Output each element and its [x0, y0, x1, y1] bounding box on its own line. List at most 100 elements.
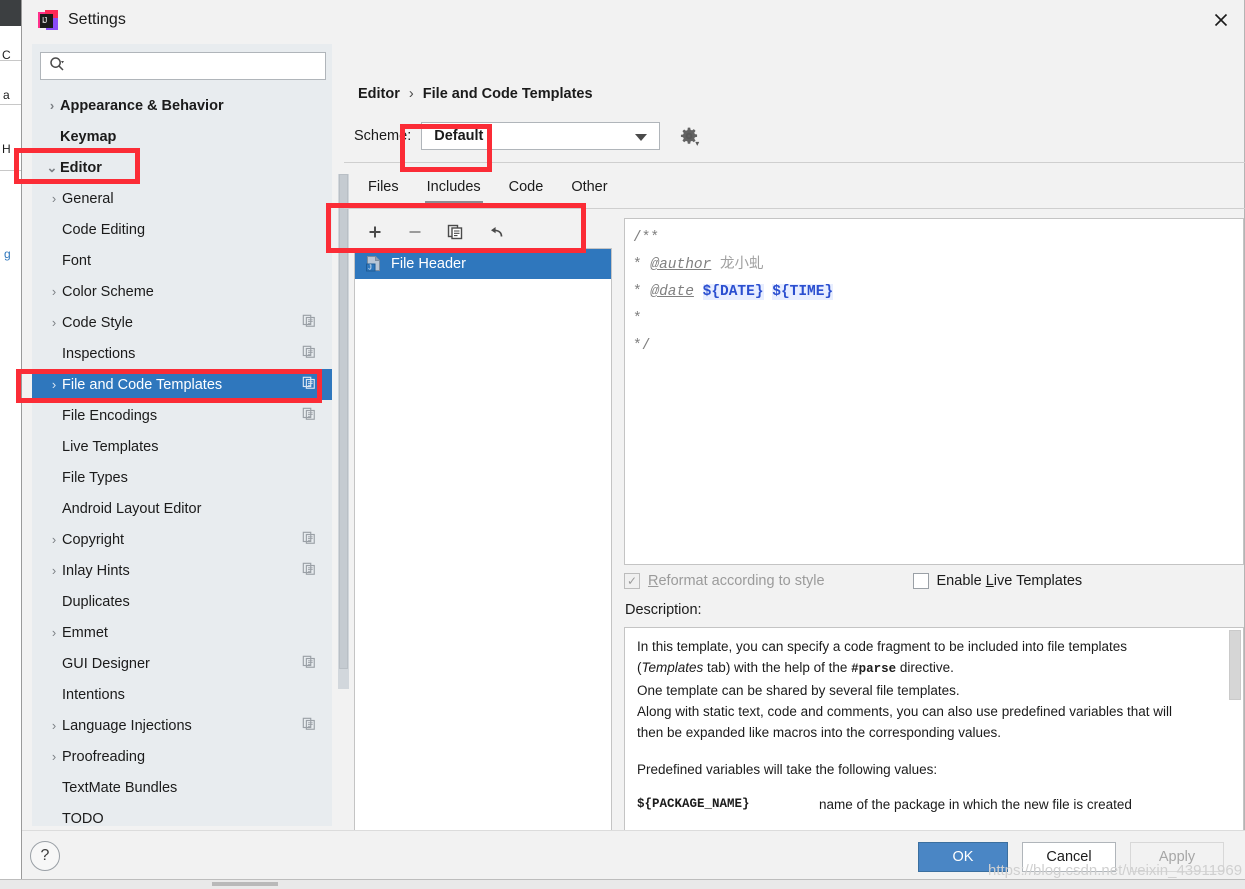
sidebar-item-emmet[interactable]: › Emmet: [32, 617, 332, 648]
sidebar-item-label: Code Editing: [62, 221, 146, 238]
background-ide-edge: C a H g: [0, 0, 22, 889]
copy-settings-icon[interactable]: [302, 562, 316, 580]
copy-settings-icon[interactable]: [302, 717, 316, 735]
chevron-right-icon[interactable]: ›: [46, 284, 62, 299]
close-icon[interactable]: [1198, 0, 1244, 40]
sidebar-item-general[interactable]: › General: [32, 183, 332, 214]
sidebar-item-editor[interactable]: ⌄ Editor: [32, 152, 332, 183]
tab-label: Files: [368, 179, 399, 195]
code-line: */: [633, 333, 1235, 360]
reformat-according-to-style-checkbox[interactable]: ✓ Reformat according to style: [624, 573, 825, 589]
tab-code[interactable]: Code: [495, 166, 558, 208]
help-button[interactable]: ?: [30, 841, 60, 871]
tab-label: Other: [571, 179, 608, 195]
settings-tree: ›Appearance & Behavior›Keymap⌄Editor›Gen…: [32, 90, 332, 826]
scheme-select[interactable]: Default: [421, 122, 661, 150]
desktop-taskbar: [0, 879, 1245, 889]
settings-sidebar: ›Appearance & Behavior›Keymap⌄Editor›Gen…: [32, 44, 349, 826]
tabs-divider: [344, 208, 1245, 209]
background-text-fragment: H: [2, 142, 11, 156]
sidebar-item-inspections[interactable]: ›Inspections: [32, 338, 332, 369]
code-line: /**: [633, 225, 1235, 252]
template-code-editor[interactable]: /** * @author 龙小虬 * @date ${DATE} ${TIME…: [624, 218, 1244, 565]
sidebar-item-android-layout-editor[interactable]: ›Android Layout Editor: [32, 493, 332, 524]
templates-list[interactable]: J File Header: [354, 248, 612, 848]
sidebar-item-file-and-code-templates[interactable]: › File and Code Templates: [32, 369, 332, 400]
chevron-right-icon: ›: [46, 594, 62, 609]
sidebar-item-label: Appearance & Behavior: [60, 97, 224, 114]
copy-settings-icon[interactable]: [302, 376, 316, 394]
sidebar-item-todo[interactable]: ›TODO: [32, 803, 332, 827]
minus-icon[interactable]: [406, 223, 424, 241]
chevron-right-icon[interactable]: ›: [46, 749, 62, 764]
enable-live-templates-checkbox[interactable]: Enable Live Templates: [912, 573, 1082, 589]
checkbox-box: ✓: [624, 573, 640, 589]
sidebar-item-live-templates[interactable]: ›Live Templates: [32, 431, 332, 462]
description-variables-intro: Predefined variables will take the follo…: [637, 762, 938, 777]
sidebar-item-file-encodings[interactable]: ›File Encodings: [32, 400, 332, 431]
tab-other[interactable]: Other: [557, 166, 621, 208]
copy-settings-icon[interactable]: [302, 345, 316, 363]
template-options-row: ✓ Reformat according to style Enable Liv…: [624, 568, 1244, 594]
chevron-right-icon[interactable]: ›: [46, 625, 62, 640]
sidebar-item-label: Color Scheme: [62, 283, 154, 300]
chevron-right-icon[interactable]: ›: [44, 98, 60, 113]
code-text: *: [633, 311, 642, 327]
chevron-down-icon: [635, 134, 648, 141]
chevron-right-icon: ›: [46, 222, 62, 237]
chevron-down-icon[interactable]: ⌄: [44, 160, 60, 176]
description-line: One template can be shared by several fi…: [637, 683, 960, 698]
sidebar-item-file-types[interactable]: ›File Types: [32, 462, 332, 493]
chevron-right-icon[interactable]: ›: [46, 315, 62, 330]
reset-undo-icon[interactable]: [486, 223, 504, 241]
search-input[interactable]: [69, 57, 309, 75]
sidebar-item-gui-designer[interactable]: ›GUI Designer: [32, 648, 332, 679]
javadoc-tag: @date: [650, 284, 694, 300]
tab-files[interactable]: Files: [354, 166, 413, 208]
copy-settings-icon[interactable]: [302, 314, 316, 332]
chevron-right-icon: ›: [46, 408, 62, 423]
sidebar-item-inlay-hints[interactable]: › Inlay Hints: [32, 555, 332, 586]
intellij-idea-logo-icon: IJ: [38, 10, 58, 30]
sidebar-item-code-editing[interactable]: ›Code Editing: [32, 214, 332, 245]
copy-settings-icon[interactable]: [302, 407, 316, 425]
sidebar-item-appearance-behavior[interactable]: › Appearance & Behavior: [32, 90, 332, 121]
sidebar-item-duplicates[interactable]: ›Duplicates: [32, 586, 332, 617]
sidebar-item-intentions[interactable]: ›Intentions: [32, 679, 332, 710]
sidebar-item-copyright[interactable]: › Copyright: [32, 524, 332, 555]
background-text-fragment: g: [4, 247, 11, 261]
plus-icon[interactable]: [366, 223, 384, 241]
sidebar-item-color-scheme[interactable]: › Color Scheme: [32, 276, 332, 307]
sidebar-item-textmate-bundles[interactable]: ›TextMate Bundles: [32, 772, 332, 803]
chevron-right-icon: ›: [46, 656, 62, 671]
sidebar-item-font[interactable]: ›Font: [32, 245, 332, 276]
gear-icon[interactable]: ▾: [678, 125, 700, 148]
sidebar-item-proofreading[interactable]: › Proofreading: [32, 741, 332, 772]
copy-icon[interactable]: [446, 223, 464, 241]
dialog-titlebar: IJ Settings: [22, 0, 1244, 40]
sidebar-item-code-style[interactable]: › Code Style: [32, 307, 332, 338]
description-panel[interactable]: In this template, you can specify a code…: [624, 627, 1244, 861]
breadcrumb: Editor › File and Code Templates: [358, 86, 593, 102]
chevron-right-icon[interactable]: ›: [46, 718, 62, 733]
list-item[interactable]: J File Header: [355, 249, 611, 279]
scheme-label: Scheme:: [354, 128, 412, 144]
template-tabs: Files Includes Code Other: [354, 166, 622, 208]
variable-description: name of the package in which the new fil…: [819, 797, 1132, 812]
sidebar-item-keymap[interactable]: ›Keymap: [32, 121, 332, 152]
copy-settings-icon[interactable]: [302, 531, 316, 549]
description-scrollbar-thumb[interactable]: [1229, 630, 1241, 700]
sidebar-item-language-injections[interactable]: › Language Injections: [32, 710, 332, 741]
copy-settings-icon[interactable]: [302, 655, 316, 673]
templates-toolbar: [354, 218, 612, 246]
chevron-right-icon[interactable]: ›: [46, 563, 62, 578]
breadcrumb-parent[interactable]: Editor: [358, 86, 400, 102]
chevron-right-icon[interactable]: ›: [46, 532, 62, 547]
chevron-right-icon[interactable]: ›: [46, 191, 62, 206]
search-box[interactable]: [40, 52, 326, 80]
sidebar-item-label: Code Style: [62, 314, 133, 331]
tab-includes[interactable]: Includes: [413, 166, 495, 208]
